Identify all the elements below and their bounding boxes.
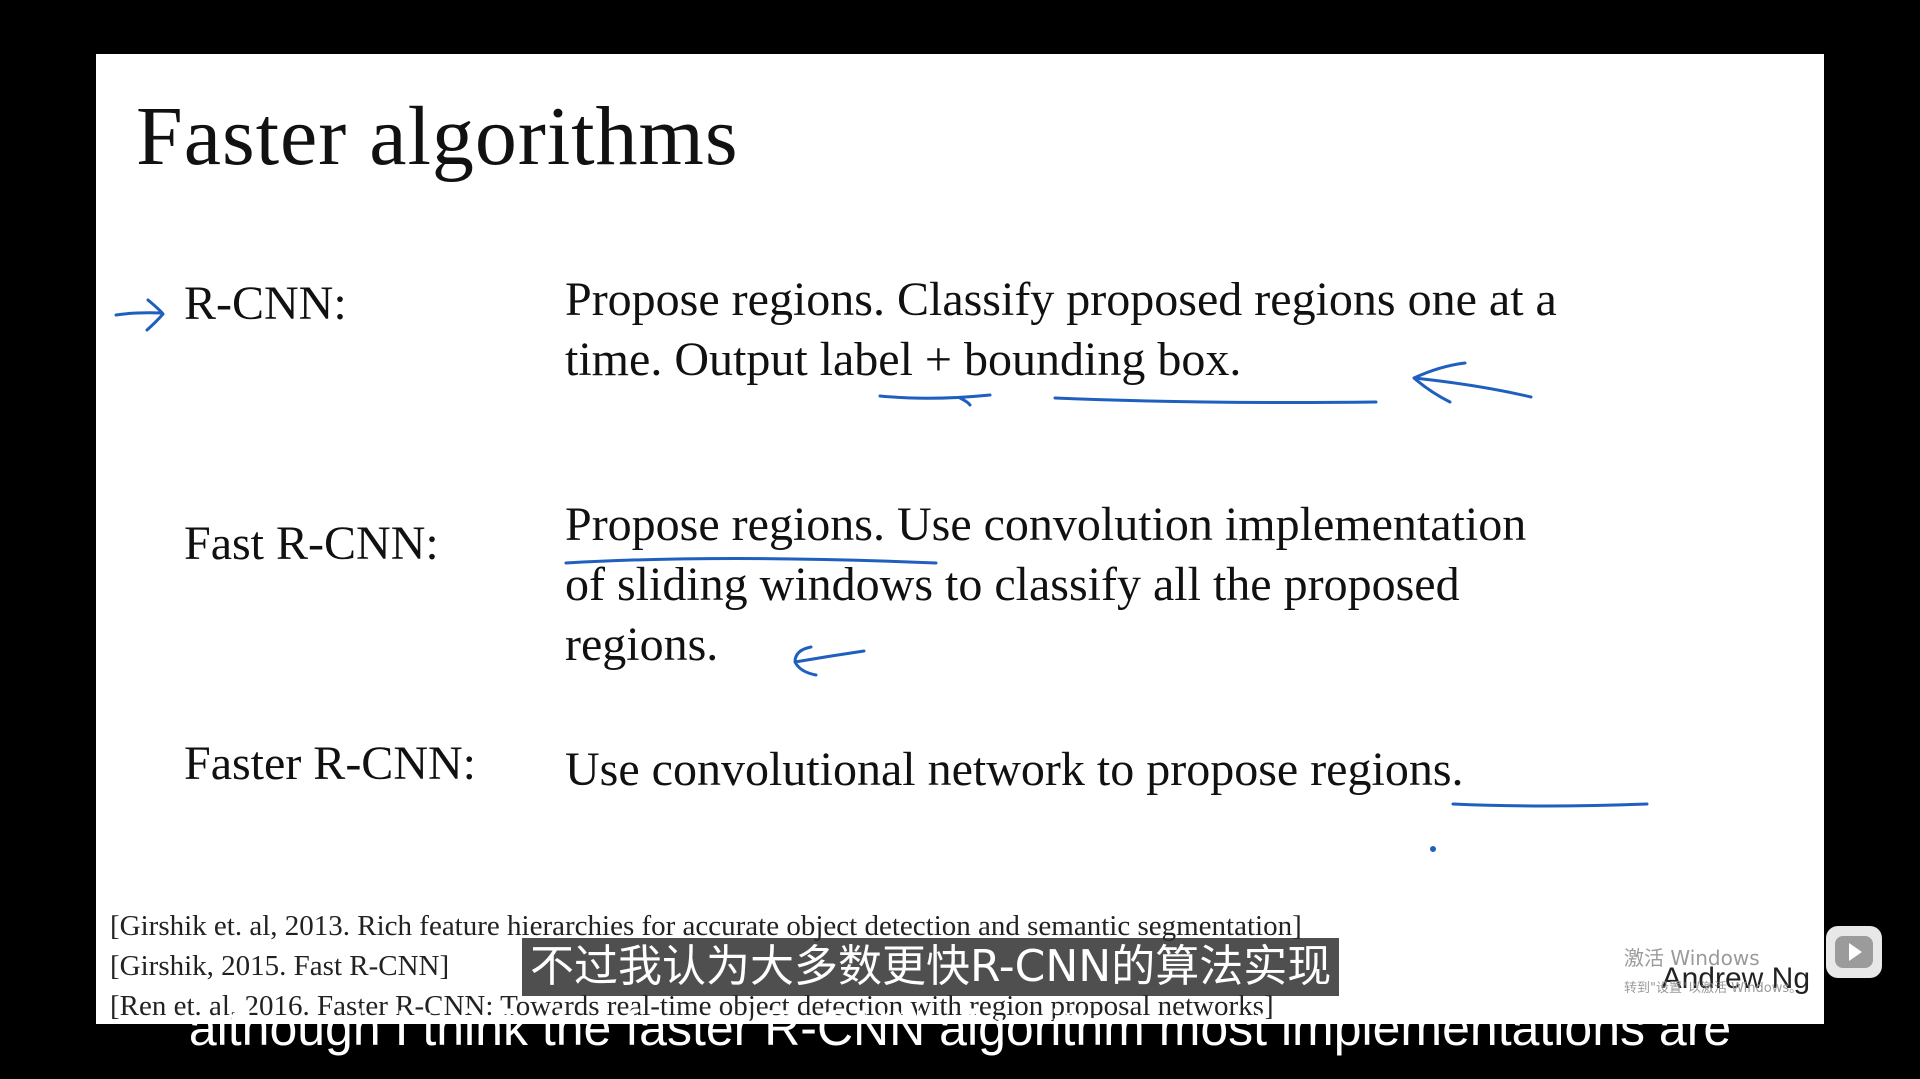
row-text-fast-rcnn: Propose regions. Use convolution impleme…: [565, 495, 1795, 675]
player-button[interactable]: [1826, 926, 1882, 978]
fast-rcnn-line-1: Propose regions. Use convolution impleme…: [565, 498, 1527, 551]
row-label-rcnn: R-CNN:: [184, 277, 347, 330]
chinese-subtitle: 不过我认为大多数更快R-CNN的算法实现: [522, 938, 1340, 996]
row-label-fast-rcnn: Fast R-CNN:: [184, 517, 439, 570]
row-text-rcnn: Propose regions. Classify proposed regio…: [565, 270, 1795, 390]
fast-rcnn-line-2: of sliding windows to classify all the p…: [565, 558, 1460, 611]
rcnn-line-1: Propose regions. Classify proposed regio…: [565, 273, 1557, 326]
row-label-faster-rcnn: Faster R-CNN:: [184, 737, 476, 790]
watermark-line-2: 转到"设置"以激活 Windows。: [1624, 981, 1803, 996]
english-subtitle: although I think the faster R-CNN algori…: [188, 1000, 1732, 1056]
row-text-faster-rcnn: Use convolutional network to propose reg…: [565, 740, 1795, 800]
rcnn-line-2: time. Output label + bounding box.: [565, 333, 1242, 386]
play-icon: [1835, 926, 1873, 968]
fast-rcnn-line-3: regions.: [565, 618, 719, 671]
slide-title: Faster algorithms: [136, 90, 739, 183]
watermark-line-1: 激活 Windows: [1624, 946, 1760, 970]
windows-activation-watermark: 激活 Windows 转到"设置"以激活 Windows。: [1624, 942, 1824, 996]
slide: Faster algorithms R-CNN: Propose regions…: [96, 54, 1824, 1024]
faster-rcnn-line-1: Use convolutional network to propose reg…: [565, 743, 1464, 796]
